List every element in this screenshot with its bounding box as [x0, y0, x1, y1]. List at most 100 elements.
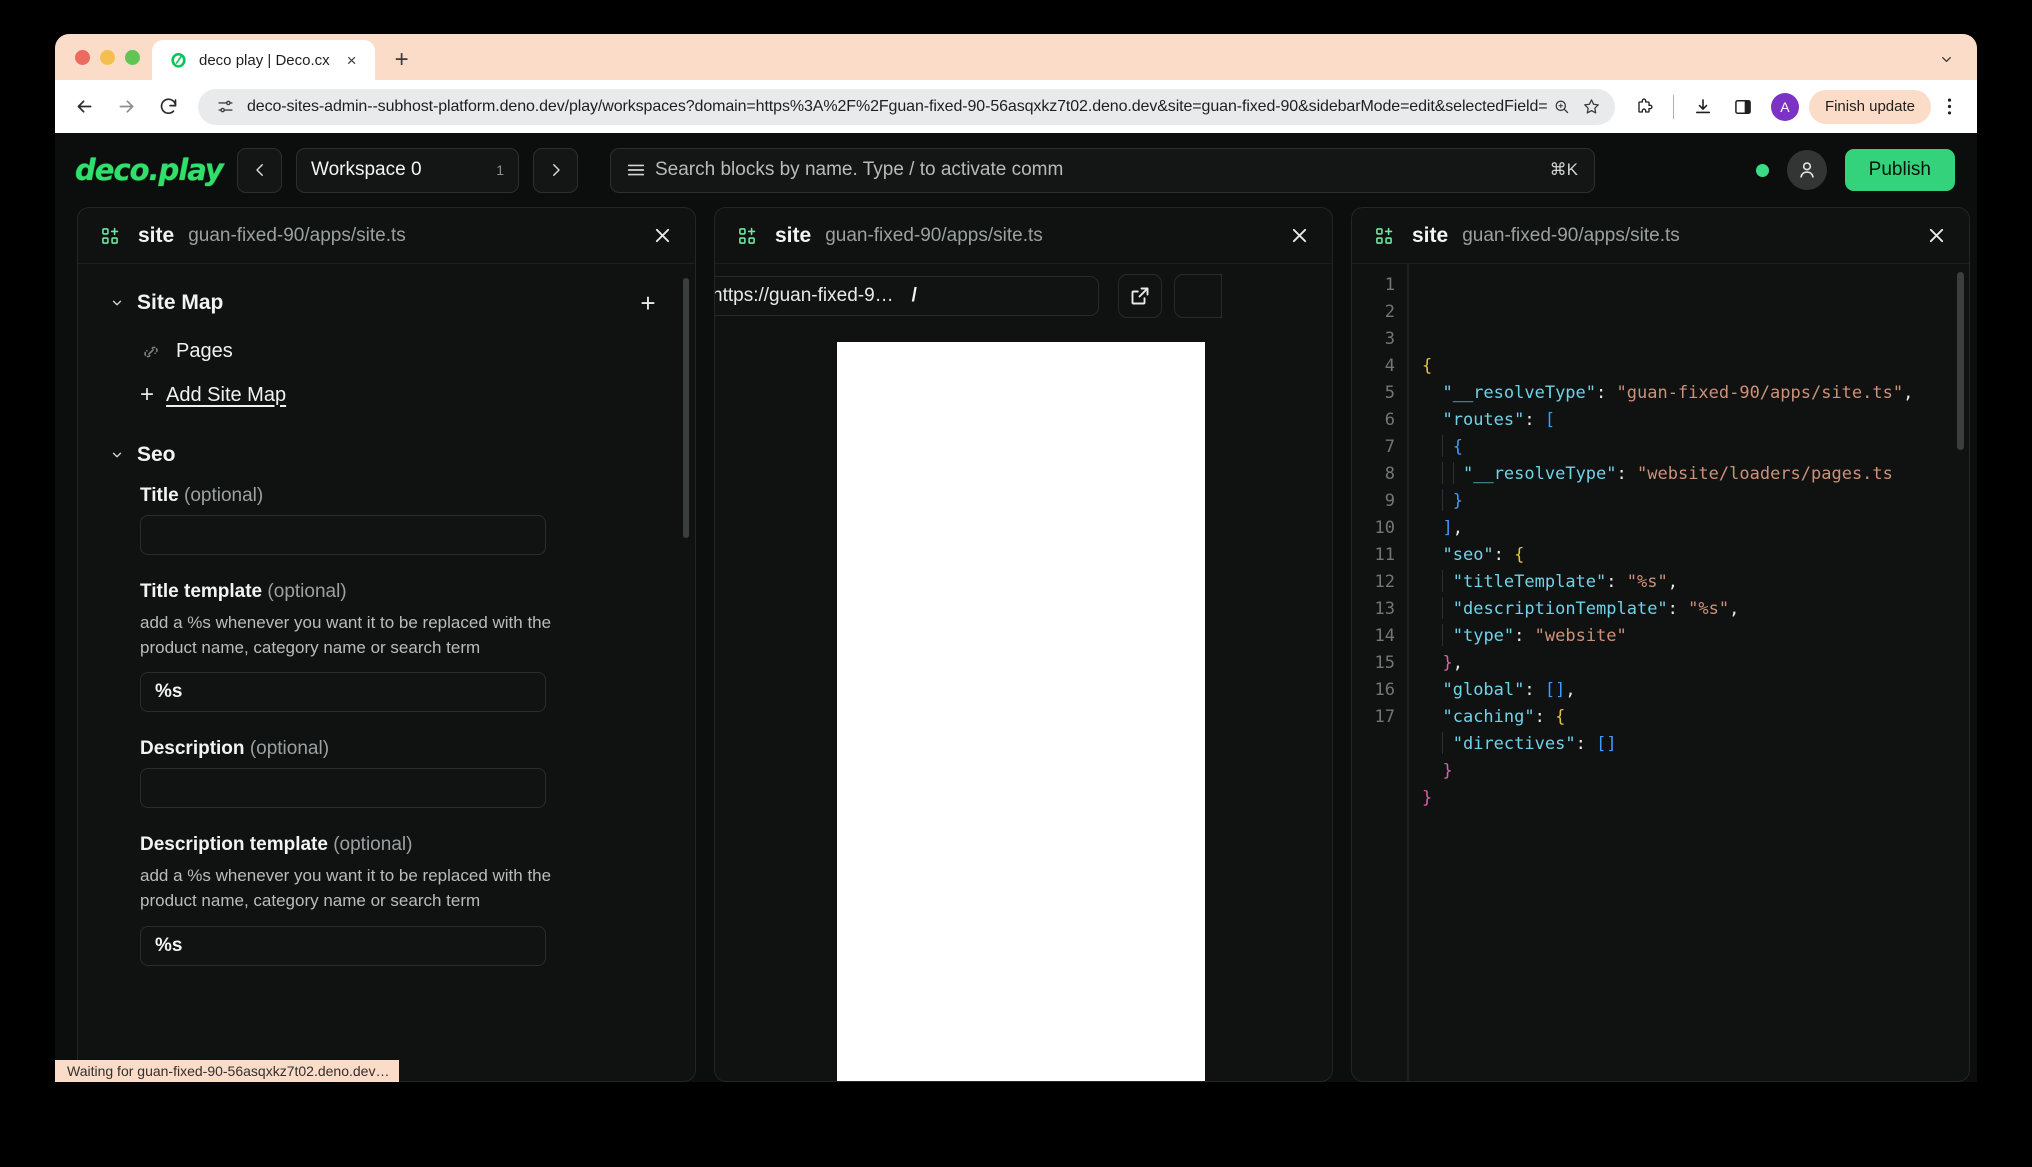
add-sitemap-link[interactable]: + Add Site Map — [110, 379, 661, 411]
finish-update-button[interactable]: Finish update — [1808, 89, 1931, 124]
back-icon[interactable] — [65, 88, 103, 126]
code-line: "directives": [] — [1422, 731, 1969, 758]
code-line-number: 2 — [1384, 302, 1395, 322]
code-line: "seo": { — [1442, 545, 1525, 565]
search-placeholder: Search blocks by name. Type / to activat… — [655, 159, 1064, 180]
address-bar-url: deco-sites-admin--subhost-platform.deno.… — [247, 97, 1547, 115]
address-bar[interactable]: deco-sites-admin--subhost-platform.deno.… — [198, 88, 1615, 125]
forward-icon[interactable] — [107, 88, 145, 126]
add-sitemap-icon[interactable]: + — [635, 290, 661, 316]
field-title-template: Title template (optional) add a %s whene… — [110, 581, 661, 713]
code-line: } — [1442, 761, 1453, 781]
chevron-down-icon[interactable] — [1929, 42, 1963, 76]
close-icon[interactable] — [649, 223, 675, 249]
code-line-number: 17 — [1374, 707, 1395, 727]
close-icon[interactable] — [1923, 223, 1949, 249]
maximize-window-button[interactable] — [125, 49, 140, 65]
field-label-text: Description template — [140, 834, 328, 856]
chevron-down-icon[interactable] — [110, 296, 124, 310]
browser-status-bubble: Waiting for guan-fixed-90-56asqxkz7t02.d… — [55, 1060, 400, 1082]
code-line: "type": "website" — [1422, 623, 1969, 650]
title-input[interactable] — [140, 515, 546, 555]
code-line-number: 13 — [1374, 599, 1395, 619]
code-line: } — [1422, 488, 1969, 515]
seo-section-header[interactable]: Seo — [110, 443, 661, 467]
blocks-add-icon — [100, 226, 124, 246]
workspace-prev-button[interactable] — [237, 147, 282, 193]
search-input[interactable]: Search blocks by name. Type / to activat… — [610, 147, 1595, 193]
deco-play-logo[interactable]: deco.play — [75, 153, 224, 187]
plus-icon: + — [140, 381, 155, 408]
header-actions: Publish — [1755, 149, 1955, 191]
field-label: Description (optional) — [140, 738, 661, 760]
code-line: { — [1422, 434, 1969, 461]
download-icon[interactable] — [1685, 89, 1721, 125]
code-line-numbers: 1 2 3 4 5 6 7 8 9 10 11 12 13 14 15 16 17 — [1352, 264, 1408, 1081]
code-line-number: 10 — [1374, 518, 1395, 538]
preview-iframe[interactable] — [837, 342, 1205, 1081]
form-scroll-area[interactable]: Site Map + Pages + Add Site Map Seo Titl… — [78, 264, 695, 1081]
status-indicator-dot — [1755, 163, 1769, 177]
list-item[interactable]: Pages — [110, 334, 661, 369]
code-content[interactable]: { "__resolveType": "guan-fixed-90/apps/s… — [1408, 264, 1969, 1081]
side-panel-icon[interactable] — [1725, 89, 1761, 125]
field-hint: add a %s whenever you want it to be repl… — [140, 613, 552, 657]
kebab-icon[interactable] — [1935, 90, 1963, 124]
preview-toolbar: https://guan-fixed-9… / — [715, 264, 1332, 326]
zoom-icon[interactable] — [1547, 92, 1577, 122]
field-label-text: Description — [140, 738, 245, 760]
minimize-window-button[interactable] — [100, 49, 115, 65]
code-line: "descriptionTemplate": "%s", — [1422, 596, 1969, 623]
code-line: } — [1422, 788, 1433, 808]
search-shortcut-badge: ⌘K — [1549, 160, 1578, 179]
preview-device-button[interactable] — [1174, 274, 1222, 318]
external-link-icon[interactable] — [1118, 274, 1162, 318]
tune-icon[interactable] — [214, 96, 236, 118]
code-editor[interactable]: 1 2 3 4 5 6 7 8 9 10 11 12 13 14 15 16 17 { "__resolveTy… — [1352, 264, 1969, 1081]
code-line-number: 11 — [1374, 545, 1395, 565]
panel-site-preview: site guan-fixed-90/apps/site.ts https://… — [714, 207, 1333, 1082]
workspace-selector[interactable]: Workspace 0 1 — [296, 147, 519, 193]
title-template-input[interactable]: %s — [140, 672, 546, 713]
reload-icon[interactable] — [149, 88, 187, 126]
loading-link-icon — [140, 341, 162, 363]
sitemap-section-header[interactable]: Site Map + — [110, 290, 661, 316]
code-line-number: 16 — [1374, 680, 1395, 700]
workspace-name: Workspace 0 — [311, 159, 422, 180]
tab-close-icon[interactable]: × — [341, 49, 363, 71]
preview-url-input[interactable]: https://guan-fixed-9… / — [715, 276, 1099, 316]
browser-tab[interactable]: deco play | Deco.cx × — [152, 40, 375, 80]
close-window-button[interactable] — [75, 49, 90, 65]
panel-path: guan-fixed-90/apps/site.ts — [188, 224, 406, 246]
profile-avatar[interactable]: A — [1770, 92, 1799, 121]
panel-path: guan-fixed-90/apps/site.ts — [1462, 224, 1680, 246]
user-avatar[interactable] — [1786, 150, 1827, 190]
tab-title: deco play | Deco.cx — [199, 51, 330, 69]
new-tab-button[interactable]: + — [385, 43, 419, 77]
description-template-input[interactable]: %s — [140, 925, 546, 966]
code-line: }, — [1442, 653, 1463, 673]
publish-button[interactable]: Publish — [1844, 149, 1955, 191]
scrollbar-vertical[interactable] — [1957, 272, 1964, 450]
panel-header: site guan-fixed-90/apps/site.ts — [78, 208, 695, 264]
close-icon[interactable] — [1286, 223, 1312, 249]
panel-body: 1 2 3 4 5 6 7 8 9 10 11 12 13 14 15 16 17 { "__resolveTy… — [1352, 264, 1969, 1081]
browser-tabstrip: deco play | Deco.cx × + — [55, 34, 1977, 80]
extensions-icon[interactable] — [1626, 89, 1662, 125]
description-input[interactable] — [140, 768, 546, 809]
code-line: "__resolveType": "website/loaders/pages.… — [1422, 461, 1969, 488]
panel-header: site guan-fixed-90/apps/site.ts — [715, 208, 1332, 264]
browser-toolbar: deco-sites-admin--subhost-platform.deno.… — [55, 80, 1977, 133]
chevron-down-icon[interactable] — [110, 448, 124, 462]
workspace-next-button[interactable] — [533, 147, 578, 193]
panels-container: site guan-fixed-90/apps/site.ts Site Map — [55, 207, 1977, 1082]
code-line-number: 15 — [1374, 653, 1395, 673]
panel-title: site — [775, 223, 812, 247]
panel-title: site — [138, 223, 175, 247]
code-line-number: 3 — [1384, 329, 1395, 349]
code-line: "routes": [ — [1442, 410, 1556, 430]
code-line: "__resolveType": "guan-fixed-90/apps/sit… — [1442, 383, 1914, 403]
scrollbar-vertical[interactable] — [683, 278, 689, 538]
star-icon[interactable] — [1577, 92, 1607, 122]
code-line: "global": [], — [1442, 680, 1576, 700]
